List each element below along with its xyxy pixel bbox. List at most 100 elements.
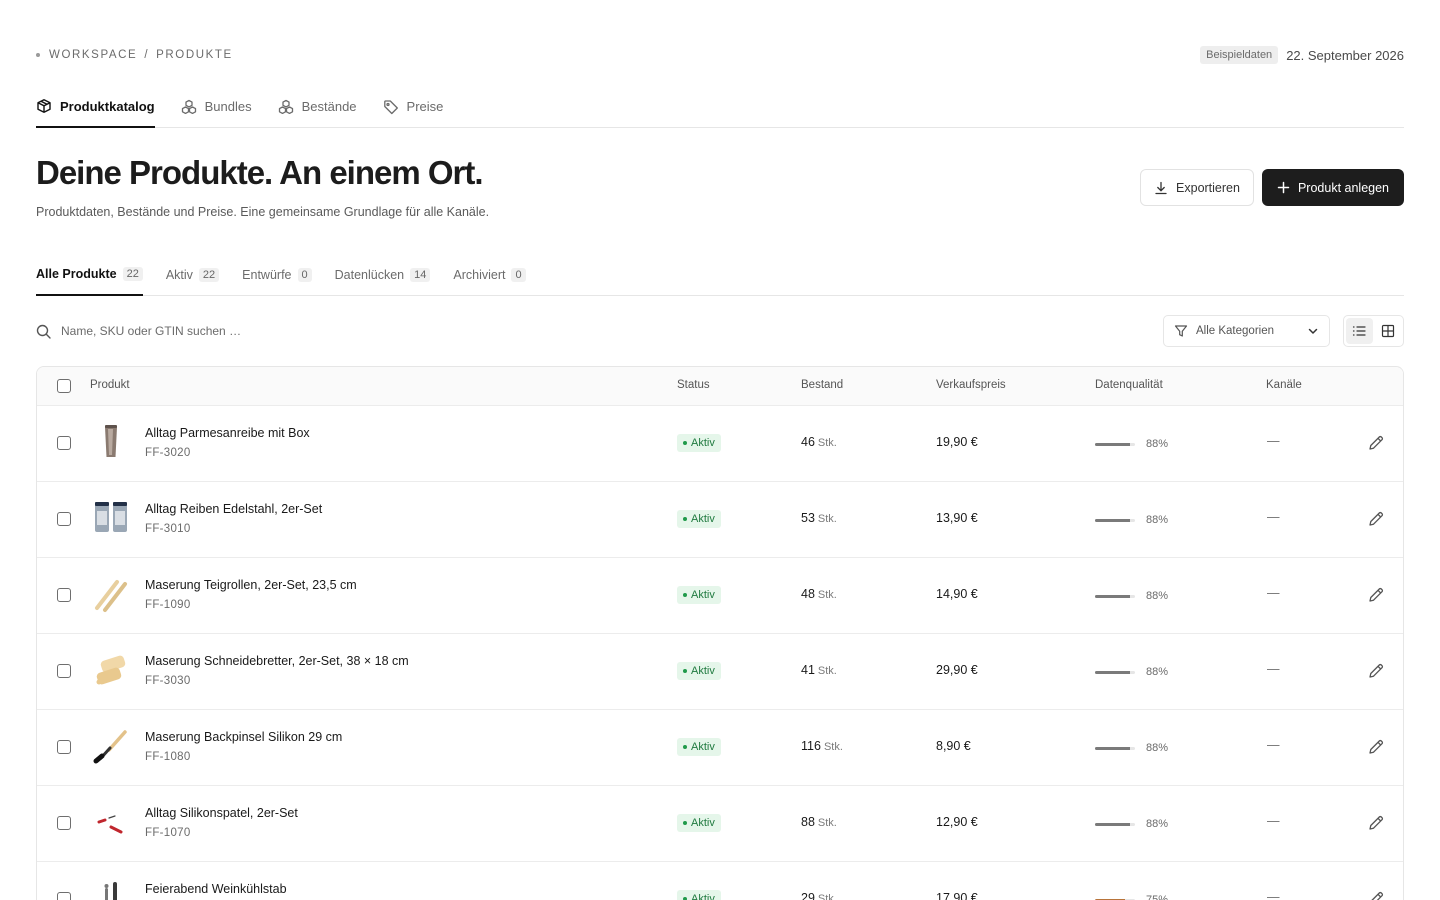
row-checkbox[interactable] [57,740,71,754]
pencil-icon[interactable] [1367,890,1385,900]
row-checkbox[interactable] [57,816,71,830]
tab-preise[interactable]: Preise [383,86,444,127]
stock-unit: Stk. [817,437,837,449]
category-select[interactable]: Alle Kategorien [1163,315,1330,347]
column-header-status[interactable]: Status [677,379,710,391]
stock-unit: Stk. [817,513,837,525]
product-name[interactable]: Alltag Reiben Edelstahl, 2er-Set [145,502,322,516]
sale-price: 8,90 € [936,739,971,753]
table-row[interactable]: Feierabend Weinkühlstab Aktiv 29 Stk. 17,… [37,862,1403,900]
status-filter-tabs: Alle Produkte 22 Aktiv 22 Entwürfe 0 Dat… [36,254,1404,296]
product-name[interactable]: Feierabend Weinkühlstab [145,882,287,896]
tab-bundles[interactable]: Bundles [181,86,252,127]
pencil-icon[interactable] [1367,510,1385,528]
pencil-icon[interactable] [1367,738,1385,756]
row-checkbox[interactable] [57,892,71,900]
row-checkbox[interactable] [57,436,71,450]
view-toggle [1343,315,1404,347]
graters-thumbnail [95,502,127,532]
stock-value: 48 Stk. [801,587,837,601]
table-header: Produkt Status Bestand Verkaufspreis Dat… [37,367,1403,406]
status-dot-icon [683,441,687,445]
row-checkbox[interactable] [57,664,71,678]
channels-value: — [1267,662,1280,676]
table-row[interactable]: Alltag Silikonspatel, 2er-Set FF-1070 Ak… [37,786,1403,862]
column-header-channels[interactable]: Kanäle [1266,379,1302,391]
column-header-price[interactable]: Verkaufspreis [936,379,1006,391]
grid-icon [1381,324,1394,338]
search-bar [36,320,456,342]
data-quality-value: 88% [1146,438,1169,450]
status-dot-icon [683,517,687,521]
row-checkbox[interactable] [57,512,71,526]
search-input[interactable] [61,324,441,338]
grid-view-button[interactable] [1375,318,1402,344]
product-name[interactable]: Maserung Teigrollen, 2er-Set, 23,5 cm [145,578,357,592]
table-row[interactable]: Maserung Teigrollen, 2er-Set, 23,5 cm FF… [37,558,1403,634]
filter-tab-label: Aktiv [165,267,193,282]
package-icon [37,99,51,113]
select-all-checkbox[interactable] [57,379,71,393]
table-row[interactable]: Maserung Schneidebretter, 2er-Set, 38 × … [37,634,1403,710]
stock-value: 53 Stk. [801,511,837,525]
status-label: Aktiv [691,513,715,525]
filter-tab-drafts[interactable]: Entwürfe 0 [242,254,312,295]
pencil-icon[interactable] [1367,434,1385,452]
filter-tab-data-gaps[interactable]: Datenlücken 14 [335,254,431,295]
column-header-product[interactable]: Produkt [90,379,130,391]
stock-value: 29 Stk. [801,891,837,900]
row-checkbox[interactable] [57,588,71,602]
tab-label: Preise [406,99,444,114]
filter-tab-count: 0 [511,267,526,282]
column-header-stock[interactable]: Bestand [801,379,843,391]
filter-tab-active[interactable]: Aktiv 22 [165,254,220,295]
status-dot-icon [683,745,687,749]
channels-value: — [1267,586,1280,600]
filter-icon [1174,325,1188,337]
pencil-icon[interactable] [1367,586,1385,604]
channels-value: — [1267,814,1280,828]
product-name[interactable]: Maserung Schneidebretter, 2er-Set, 38 × … [145,654,409,668]
tab-bestaende[interactable]: Bestände [278,86,357,127]
stock-unit: Stk. [817,817,837,829]
table-row[interactable]: Alltag Parmesanreibe mit Box FF-3020 Akt… [37,406,1403,482]
filter-tab-all[interactable]: Alle Produkte 22 [36,254,143,296]
column-header-quality[interactable]: Datenqualität [1095,379,1163,391]
export-button[interactable]: Exportieren [1140,169,1254,206]
filter-tab-count: 22 [198,267,220,282]
filter-tab-archived[interactable]: Archiviert 0 [453,254,526,295]
product-name[interactable]: Maserung Backpinsel Silikon 29 cm [145,730,342,744]
pencil-icon[interactable] [1367,662,1385,680]
list-view-button[interactable] [1346,318,1373,344]
status-badge: Aktiv [677,814,721,832]
brush-thumbnail [93,730,127,764]
export-label: Exportieren [1176,180,1240,195]
status-dot-icon [683,821,687,825]
table-row[interactable]: Maserung Backpinsel Silikon 29 cm FF-108… [37,710,1403,786]
data-quality-bar [1095,671,1135,674]
data-quality-value: 75% [1146,894,1169,900]
data-quality-fill [1095,595,1131,598]
list-icon [1353,326,1366,336]
stock-value: 46 Stk. [801,435,837,449]
stock-amount: 48 [801,587,815,601]
stock-amount: 88 [801,815,815,829]
add-product-button[interactable]: Produkt anlegen [1262,169,1404,206]
tag-icon [383,99,398,114]
data-quality-value: 88% [1146,590,1169,602]
products-table: Produkt Status Bestand Verkaufspreis Dat… [36,366,1404,900]
table-row[interactable]: Alltag Reiben Edelstahl, 2er-Set FF-3010… [37,482,1403,558]
channels-value: — [1267,434,1280,448]
product-name[interactable]: Alltag Parmesanreibe mit Box [145,426,310,440]
product-name[interactable]: Alltag Silikonspatel, 2er-Set [145,806,298,820]
breadcrumb-workspace[interactable]: WORKSPACE [49,49,137,61]
stock-amount: 29 [801,891,815,900]
current-date: 22. September 2026 [1286,47,1404,63]
pencil-icon[interactable] [1367,814,1385,832]
tab-produktkatalog[interactable]: Produktkatalog [36,86,155,128]
product-sku: FF-3020 [145,447,191,459]
filter-tab-count: 0 [297,267,312,282]
stock-value: 116 Stk. [801,739,843,753]
rolling-pins-thumbnail [95,580,127,612]
wine-chiller-thumbnail [104,882,117,900]
